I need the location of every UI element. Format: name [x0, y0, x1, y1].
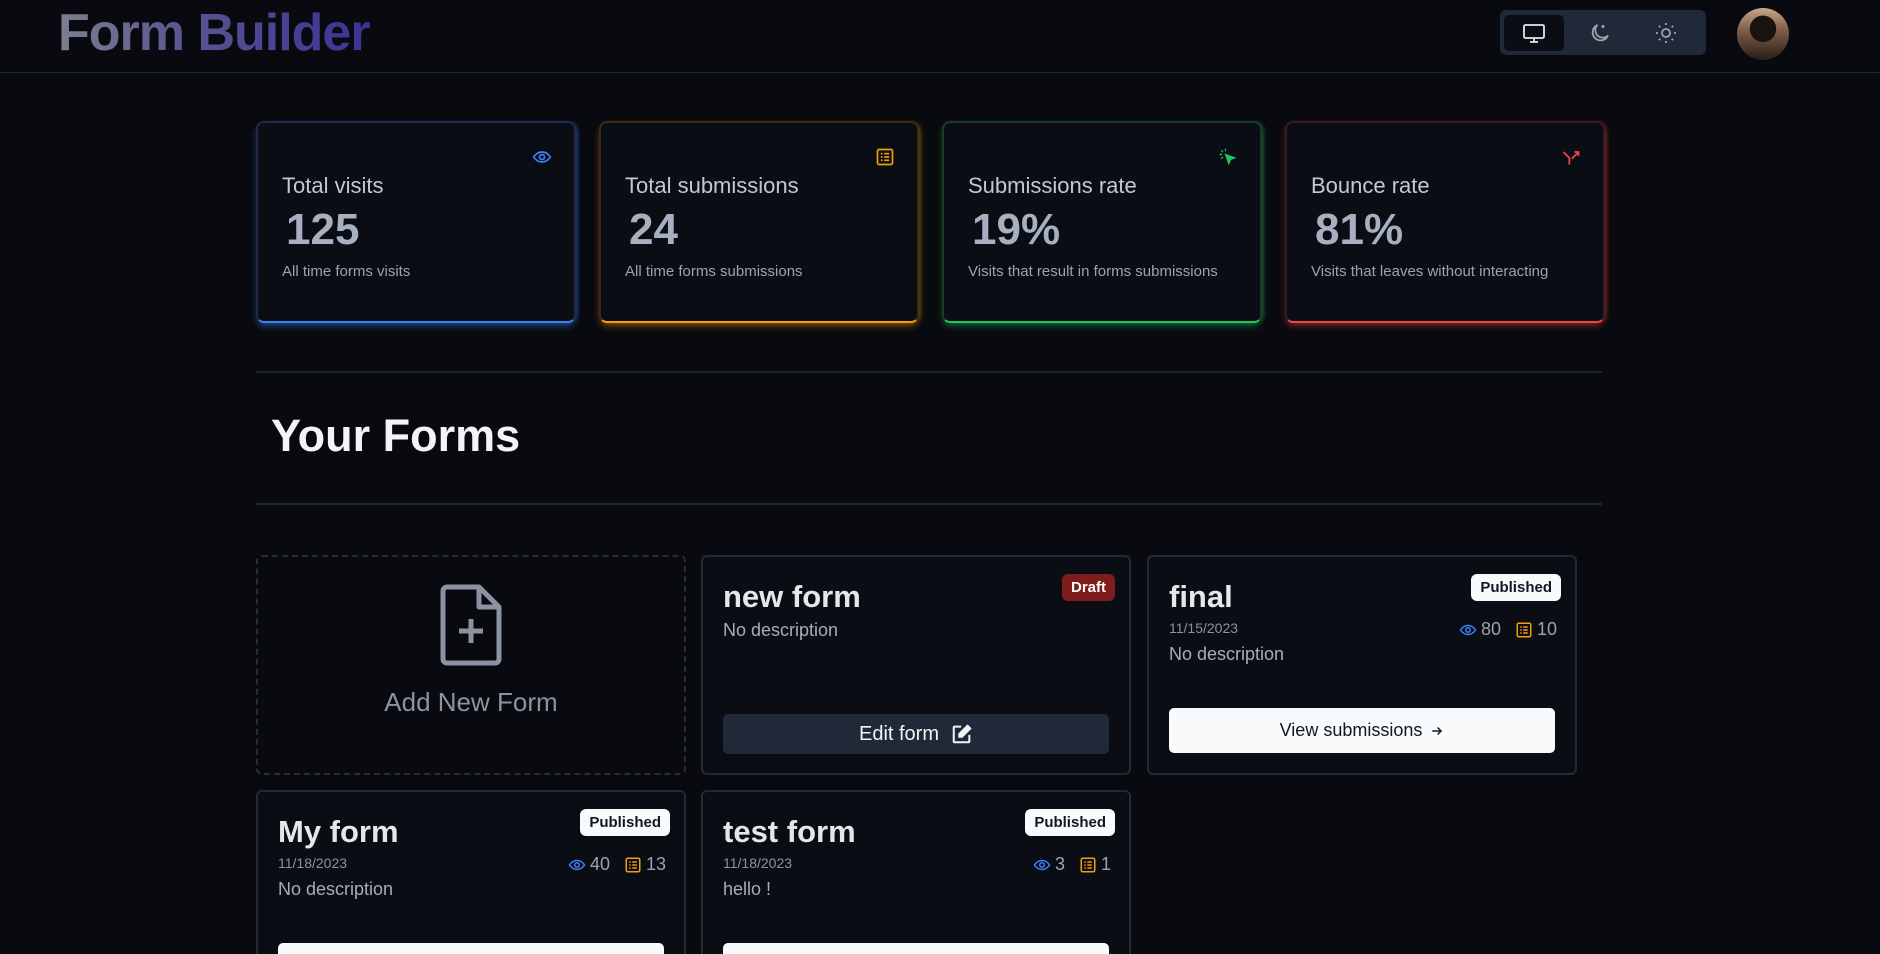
monitor-icon [1523, 23, 1545, 43]
visits-metric: 3 [1033, 854, 1065, 875]
stat-helper-text: Visits that leaves without interacting [1311, 263, 1549, 280]
divider [256, 371, 1602, 373]
status-badge: Published [1471, 574, 1561, 601]
stat-helper-text: All time forms submissions [625, 263, 803, 280]
edit-icon [952, 724, 972, 744]
view-submissions-button[interactable] [723, 943, 1109, 954]
eye-icon [532, 151, 552, 163]
theme-dark-button[interactable] [1570, 15, 1630, 51]
stat-value: 81% [1315, 205, 1404, 254]
form-date: 11/15/2023 [1169, 620, 1239, 636]
add-new-form-label: Add New Form [384, 687, 558, 717]
visits-count: 40 [589, 854, 610, 874]
form-metrics: 40 13 [568, 854, 666, 875]
divider [256, 503, 1602, 505]
stat-title: Total submissions [625, 173, 799, 198]
stat-title: Bounce rate [1311, 173, 1430, 198]
app-logo[interactable]: Form Builder [58, 6, 371, 60]
submissions-metric: 10 [1515, 619, 1557, 640]
visits-metric: 80 [1459, 619, 1501, 640]
form-list-icon [1080, 857, 1096, 872]
stat-card-submissions-rate: Submissions rate 19% Visits that result … [942, 121, 1262, 323]
submissions-count: 10 [1536, 619, 1557, 639]
status-badge: Published [1025, 809, 1115, 836]
view-submissions-button[interactable]: View submissions [1169, 708, 1555, 753]
stat-value: 125 [286, 205, 360, 254]
submissions-count: 1 [1100, 854, 1111, 874]
split-arrow-icon [1562, 151, 1580, 165]
form-list-icon [1516, 622, 1532, 637]
form-title: My form [278, 814, 399, 849]
visits-metric: 40 [568, 854, 610, 875]
edit-form-button[interactable]: Edit form [723, 714, 1109, 754]
add-new-form-button[interactable]: Add New Form [256, 555, 686, 775]
form-description: No description [723, 620, 839, 640]
visits-count: 80 [1480, 619, 1501, 639]
eye-icon [1459, 624, 1477, 635]
stat-value: 19% [972, 205, 1061, 254]
submissions-metric: 1 [1079, 854, 1111, 875]
stat-value: 24 [629, 205, 678, 254]
arrow-right-icon [1432, 726, 1443, 735]
stat-card-bounce-rate: Bounce rate 81% Visits that leaves witho… [1285, 121, 1605, 323]
status-badge: Published [580, 809, 670, 836]
eye-icon [568, 859, 586, 870]
form-card-my-form: My form Published 11/18/2023 40 13 No de… [256, 790, 686, 954]
visits-count: 3 [1054, 854, 1065, 874]
form-metrics: 80 10 [1459, 619, 1557, 640]
top-navbar: Form Builder [0, 0, 1880, 73]
form-card-new-form: new form Draft No description Edit form [701, 555, 1131, 775]
sun-icon [1656, 22, 1676, 43]
cursor-click-icon [1219, 148, 1237, 166]
form-description: hello ! [723, 879, 772, 899]
form-date: 11/18/2023 [278, 855, 348, 871]
form-list-icon [876, 148, 894, 166]
stat-card-total-submissions: Total submissions 24 All time forms subm… [599, 121, 919, 323]
form-metrics: 3 1 [1033, 854, 1111, 875]
theme-light-button[interactable] [1636, 15, 1696, 51]
section-title: Your Forms [271, 410, 521, 461]
form-date: 11/18/2023 [723, 855, 793, 871]
view-submissions-label: View submissions [1279, 720, 1423, 740]
stat-title: Submissions rate [968, 173, 1137, 198]
theme-system-button[interactable] [1504, 14, 1564, 51]
submissions-count: 13 [645, 854, 666, 874]
theme-switcher [1500, 10, 1706, 55]
form-list-icon [625, 857, 641, 872]
user-avatar[interactable] [1737, 8, 1789, 60]
view-submissions-button[interactable] [278, 943, 664, 954]
stat-helper-text: Visits that result in forms submissions [968, 263, 1218, 280]
stat-helper-text: All time forms visits [282, 263, 411, 280]
form-card-final: final Published 11/15/2023 80 10 No desc… [1147, 555, 1577, 775]
eye-icon [1033, 859, 1051, 870]
form-description: No description [1169, 644, 1285, 664]
moon-icon [1591, 23, 1609, 41]
file-plus-icon [440, 584, 502, 666]
form-description: No description [278, 879, 394, 899]
edit-form-label: Edit form [858, 722, 940, 745]
submissions-metric: 13 [624, 854, 666, 875]
form-title: new form [723, 579, 861, 614]
stat-title: Total visits [282, 173, 384, 198]
form-title: test form [723, 814, 856, 849]
status-badge: Draft [1061, 574, 1115, 601]
form-title: final [1169, 579, 1233, 614]
form-card-test-form: test form Published 11/18/2023 3 1 hello… [701, 790, 1131, 954]
stat-card-total-visits: Total visits 125 All time forms visits [256, 121, 576, 323]
